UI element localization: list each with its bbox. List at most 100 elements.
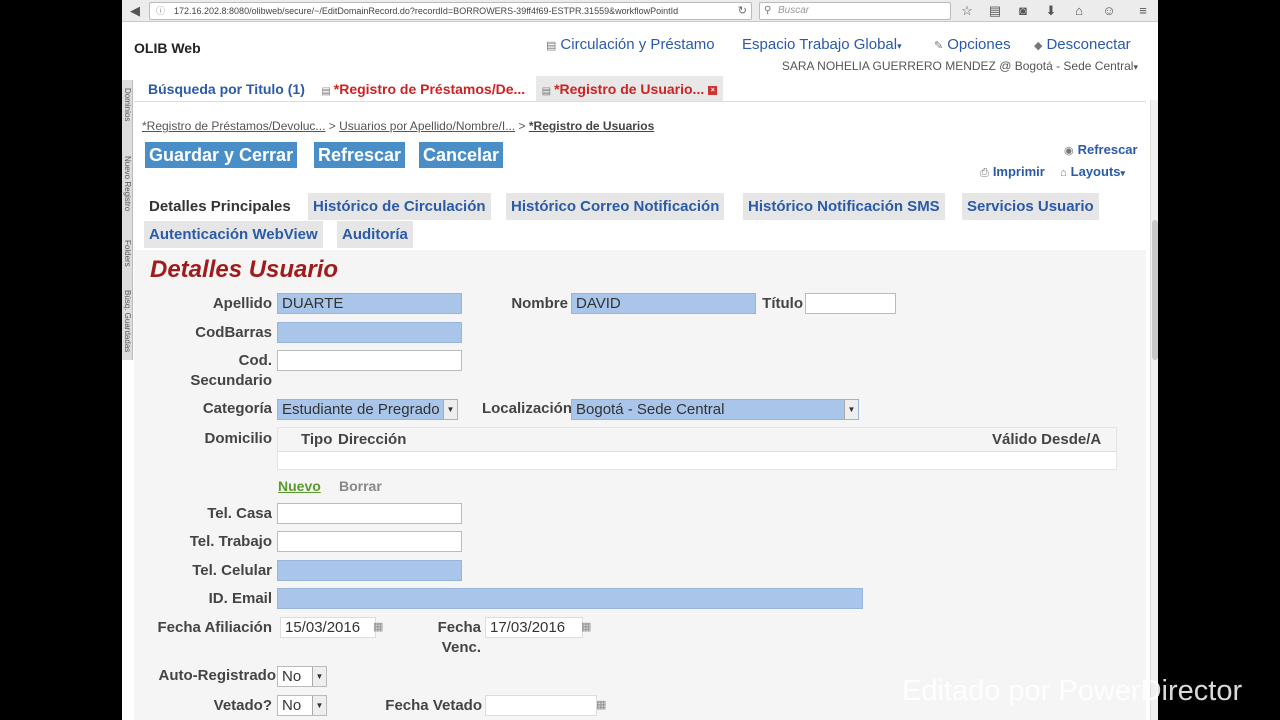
document-tabs: Búsqueda por Titulo (1) ▤ *Registro de Pr… [142,76,724,102]
tab-autenticacion-webview[interactable]: Autenticación WebView [144,221,323,248]
chat-icon[interactable]: ☺ [1100,2,1118,20]
dropdown-arrow-icon: ▼ [844,400,858,419]
tel-casa-label: Tel. Casa [207,505,272,522]
calendar-icon[interactable]: ▦ [373,620,383,633]
pocket-icon[interactable]: ◙ [1014,2,1032,20]
download-icon[interactable]: ⬇ [1042,2,1060,20]
side-tab-dominios[interactable]: Dominios [122,88,133,121]
auto-registrado-label: Auto-Registrado [158,667,277,684]
borrar-link[interactable]: Borrar [339,478,382,494]
categoria-label: Categoría [202,400,272,417]
divider [134,101,1146,102]
nombre-input[interactable]: DAVID [571,293,756,314]
save-close-button[interactable]: Guardar y Cerrar [145,142,298,168]
layouts-icon: ⌂ [1060,167,1067,179]
fecha-vetado-label: Fecha Vetado [385,697,482,714]
close-icon[interactable]: × [708,85,718,95]
back-icon[interactable]: ◀ [125,2,145,20]
nav-espacio-trabajo[interactable]: Espacio Trabajo Global▾ [742,36,902,53]
doc-tab-prestamos[interactable]: ▤ *Registro de Préstamos/De... [315,76,531,102]
fecha-venc-label-1: Fecha [437,619,481,636]
scrollbar[interactable] [1150,100,1158,720]
bookmark-star-icon[interactable]: ☆ [958,2,976,20]
chevron-down-icon: ▾ [1133,62,1138,72]
tel-trabajo-label: Tel. Trabajo [189,533,272,550]
localizacion-select[interactable]: Bogotá - Sede Central ▼ [571,399,859,420]
codsec-input[interactable] [277,350,462,371]
search-placeholder: Buscar [778,5,810,16]
app-title: OLIB Web [134,40,201,56]
tab-historico-circulacion[interactable]: Histórico de Circulación [308,193,491,220]
tab-auditoria[interactable]: Auditoría [337,221,413,248]
refresh-link[interactable]: ◉ Refrescar [1064,142,1138,157]
printer-icon: ⎙ [980,167,989,179]
refresh-button[interactable]: Refrescar [314,142,406,168]
search-icon: ⚲ [764,5,772,16]
fecha-vetado-input[interactable] [485,695,597,716]
reading-list-icon[interactable]: ▤ [986,2,1004,20]
domicilio-table-header: Tipo Dirección Válido Desde/A [278,428,1116,452]
categoria-select[interactable]: Estudiante de Pregrado ▼ [277,399,458,420]
tel-casa-input[interactable] [277,503,462,524]
tab-historico-correo[interactable]: Histórico Correo Notificación [506,193,725,220]
titulo-label: Título [762,295,803,312]
logout-icon: ◆ [1034,40,1043,52]
titulo-input[interactable] [805,293,896,314]
browser-window: ◀ ⓘ 172.16.202.8:8080/olibweb/secure/~/E… [122,0,1158,720]
auto-registrado-select[interactable]: No ▼ [277,666,327,687]
fecha-afiliacion-input[interactable]: 15/03/2016 [280,617,376,638]
dropdown-arrow-icon: ▼ [312,696,326,715]
side-tab-folders[interactable]: Folders [122,240,133,267]
chevron-down-icon: ▾ [897,41,902,51]
dropdown-arrow-icon: ▼ [312,667,326,686]
tab-detalles-principales[interactable]: Detalles Principales [144,193,296,220]
breadcrumb: *Registro de Préstamos/Devoluc... > Usua… [142,119,655,133]
apellido-input[interactable]: DUARTE [277,293,462,314]
doc-tab-busqueda[interactable]: Búsqueda por Titulo (1) [142,76,311,102]
vetado-label: Vetado? [213,697,272,714]
scrollbar-thumb[interactable] [1152,220,1158,360]
info-icon: ⓘ [156,6,166,16]
nav-opciones[interactable]: ✎ Opciones [934,36,1011,53]
reload-icon[interactable]: ↻ [738,3,747,19]
email-input[interactable] [277,588,863,609]
book-icon: ▤ [546,40,557,52]
nav-desconectar[interactable]: ◆ Desconectar [1034,36,1131,53]
doc-tab-usuario[interactable]: ▤ *Registro de Usuario... × [535,76,724,102]
record-icon: ▤ [541,86,552,97]
home-icon[interactable]: ⌂ [1070,2,1088,20]
wrench-icon: ✎ [934,40,944,52]
calendar-icon[interactable]: ▦ [596,698,606,711]
layouts-menu[interactable]: ⌂ Layouts▾ [1060,164,1125,179]
tab-historico-sms[interactable]: Histórico Notificación SMS [743,193,945,220]
breadcrumb-prestamos[interactable]: *Registro de Préstamos/Devoluc... [142,119,325,133]
side-tab-nuevo-registro[interactable]: Nuevo Registro [122,156,133,211]
menu-icon[interactable]: ≡ [1134,2,1152,20]
nuevo-link[interactable]: Nuevo [278,478,321,494]
tab-servicios-usuario[interactable]: Servicios Usuario [962,193,1099,220]
nombre-label: Nombre [511,295,568,312]
calendar-icon[interactable]: ▦ [581,620,591,633]
tel-celular-input[interactable] [277,560,462,581]
codbarras-input[interactable] [277,322,462,343]
breadcrumb-usuarios[interactable]: Usuarios por Apellido/Nombre/I... [339,119,515,133]
tel-trabajo-input[interactable] [277,531,462,552]
user-location-menu[interactable]: SARA NOHELIA GUERRERO MENDEZ @ Bogotá - … [782,59,1138,73]
side-tab-busq-guardadas[interactable]: Búsq. Guardadas [122,290,133,352]
nav-circulacion[interactable]: ▤ Circulación y Préstamo [546,36,715,53]
print-link[interactable]: ⎙ Imprimir [980,164,1045,180]
browser-toolbar: ◀ ⓘ 172.16.202.8:8080/olibweb/secure/~/E… [122,0,1158,22]
col-tipo: Tipo [301,431,333,448]
browser-search-input[interactable]: ⚲ Buscar [759,2,951,20]
fecha-venc-input[interactable]: 17/03/2016 [485,617,583,638]
domicilio-label: Domicilio [204,430,272,447]
side-panel-strip: Dominios Nuevo Registro Folders Búsq. Gu… [122,80,133,360]
cancel-button[interactable]: Cancelar [419,142,504,168]
codsec-label-2: Secundario [190,372,272,389]
vetado-select[interactable]: No ▼ [277,695,327,716]
codbarras-label: CodBarras [195,324,272,341]
domicilio-table: Tipo Dirección Válido Desde/A [277,427,1117,470]
fecha-afiliacion-label: Fecha Afiliación [157,619,272,636]
url-text: 172.16.202.8:8080/olibweb/secure/~/EditD… [174,6,679,16]
address-bar[interactable]: ⓘ 172.16.202.8:8080/olibweb/secure/~/Edi… [149,2,752,20]
